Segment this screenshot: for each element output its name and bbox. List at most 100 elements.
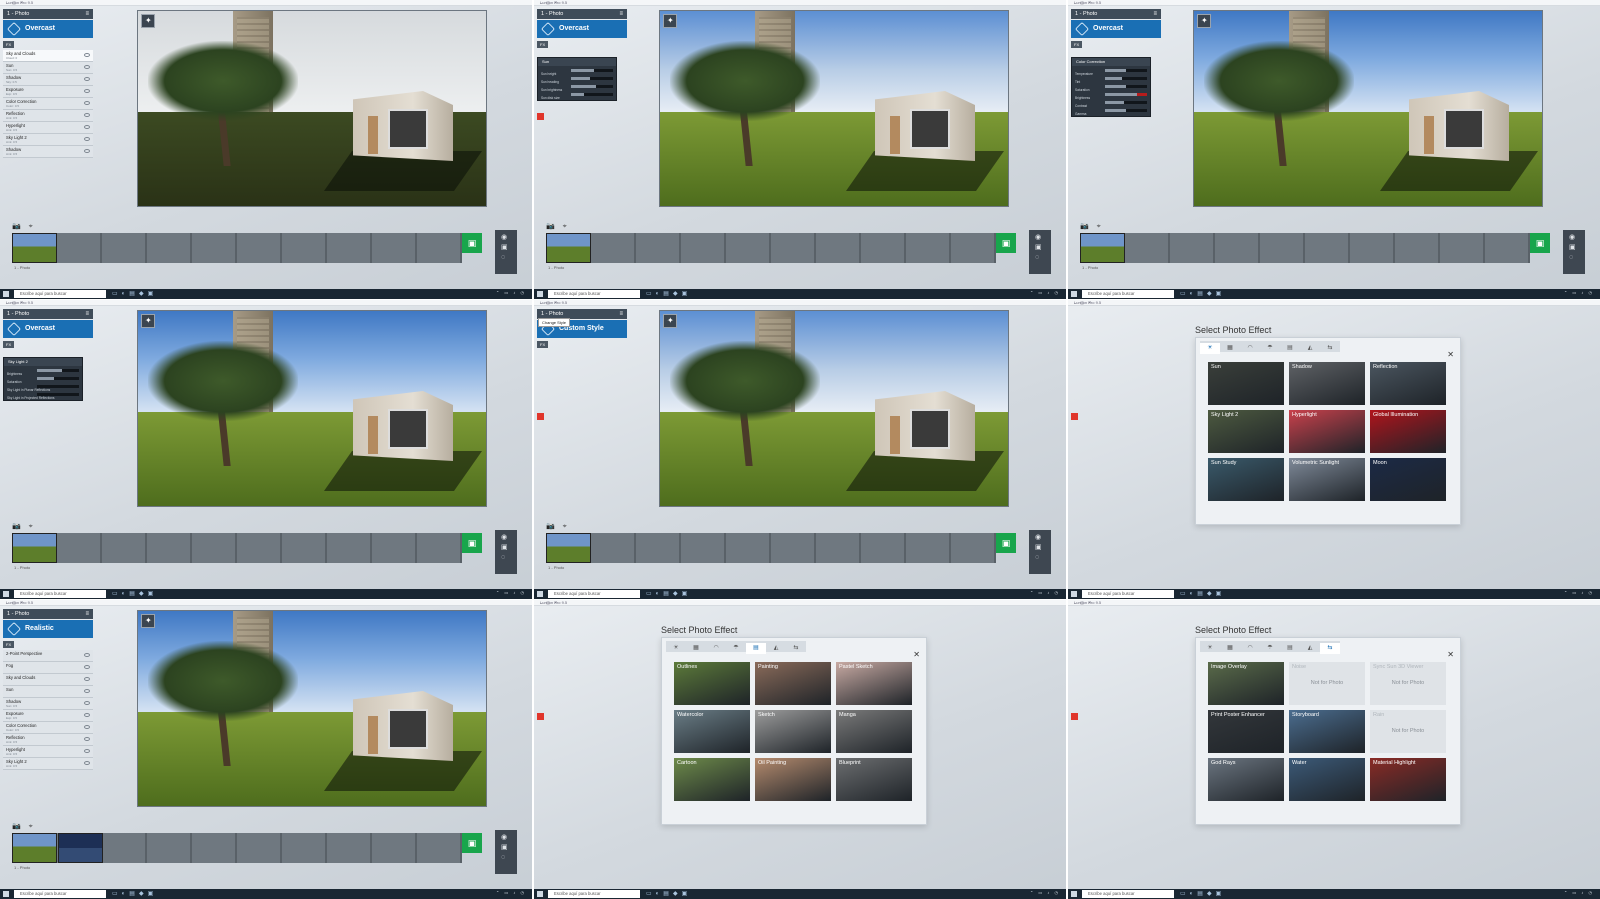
slider-row[interactable]: Sun heading — [541, 75, 613, 84]
effect-item[interactable]: Sun — [3, 686, 93, 698]
effect-category-tab-2[interactable]: ▦ — [686, 643, 706, 654]
visibility-icon[interactable] — [84, 77, 90, 81]
visibility-icon[interactable] — [84, 665, 90, 669]
slider-track[interactable] — [1105, 109, 1147, 112]
slider-row[interactable]: Sun disk size — [541, 91, 613, 100]
slider-track[interactable] — [1105, 69, 1147, 72]
effect-item[interactable]: Shadow Amt: 0.5 — [3, 146, 93, 158]
filmstrip-tools[interactable]: 📷⌖ — [12, 522, 41, 531]
effect-tile-god-rays[interactable]: God Rays — [1208, 758, 1284, 801]
fx-button[interactable]: FX — [537, 341, 549, 348]
filmstrip-tools[interactable]: 📷⌖ — [546, 522, 575, 531]
slider-track[interactable] — [37, 385, 79, 388]
window-controls[interactable]: –▢✕ — [1074, 600, 1596, 606]
effect-category-tab-6[interactable]: ◭ — [1300, 643, 1320, 654]
slider-row[interactable]: Sun brightness — [541, 83, 613, 92]
slider-track[interactable] — [1105, 85, 1147, 88]
window-controls[interactable]: –▢✕ — [1074, 300, 1596, 306]
visibility-icon[interactable] — [84, 113, 90, 117]
effect-tile-painting[interactable]: Painting — [755, 662, 831, 705]
taskbar-app-icons[interactable]: ▭◐▤◆▣ — [112, 890, 157, 897]
taskbar-search[interactable]: Escribe aquí para buscar — [14, 890, 106, 898]
visibility-icon[interactable] — [84, 101, 90, 105]
windows-start-icon[interactable] — [537, 591, 543, 597]
slider-row[interactable]: Gamma — [1075, 107, 1147, 116]
visibility-icon[interactable] — [84, 689, 90, 693]
system-tray[interactable]: ⌃ ▭ ♪ ◷ — [496, 590, 526, 595]
slider-row[interactable]: Saturation — [1075, 83, 1147, 92]
effect-tile-blueprint[interactable]: Blueprint — [836, 758, 912, 801]
visibility-icon[interactable] — [84, 701, 90, 705]
taskbar-search[interactable]: Escribe aquí para buscar — [548, 290, 640, 298]
slider-track[interactable] — [571, 77, 613, 80]
effect-category-tab-5[interactable]: ▤ — [1280, 343, 1300, 354]
slider-track[interactable] — [571, 69, 613, 72]
effect-tile-sync-sun-3d-viewer[interactable]: Sync Sun 3D Viewer Not for Photo — [1370, 662, 1446, 705]
visibility-icon[interactable] — [84, 749, 90, 753]
taskbar-search[interactable]: Escribe aquí para buscar — [14, 290, 106, 298]
close-icon[interactable]: ✕ — [913, 650, 920, 659]
window-controls[interactable]: –▢✕ — [540, 0, 1062, 6]
effect-tile-volumetric-sunlight[interactable]: Volumetric Sunlight — [1289, 458, 1365, 501]
taskbar-search[interactable]: Escribe aquí para buscar — [1082, 890, 1174, 898]
effect-category-tab-3[interactable]: ◠ — [706, 643, 726, 654]
taskbar-app-icons[interactable]: ▭◐▤◆▣ — [1180, 890, 1225, 897]
effect-category-tab-2[interactable]: ▦ — [1220, 343, 1240, 354]
visibility-icon[interactable] — [84, 149, 90, 153]
window-controls[interactable]: –▢✕ — [540, 600, 1062, 606]
effect-category-tab-3[interactable]: ◠ — [1240, 343, 1260, 354]
menu-icon[interactable]: ≡ — [85, 9, 89, 19]
render-viewport[interactable] — [137, 10, 487, 207]
slider-row[interactable]: Saturation — [7, 375, 79, 384]
effect-tile-hyperlight[interactable]: Hyperlight — [1289, 410, 1365, 453]
effect-tile-cartoon[interactable]: Cartoon — [674, 758, 750, 801]
camera-tool-icon[interactable] — [663, 14, 677, 28]
slider-track[interactable] — [37, 369, 79, 372]
effect-tile-material-highlight[interactable]: Material Highlight — [1370, 758, 1446, 801]
render-viewport[interactable] — [659, 10, 1009, 207]
menu-icon[interactable]: ≡ — [619, 9, 623, 19]
effect-item[interactable]: Exposure Exp: 0.5 — [3, 710, 93, 722]
windows-start-icon[interactable] — [537, 291, 543, 297]
slider-track[interactable] — [1105, 93, 1147, 96]
style-button[interactable]: Realistic — [3, 620, 93, 638]
filmstrip-tools[interactable]: 📷⌖ — [12, 222, 41, 231]
effect-tile-sun-study[interactable]: Sun Study — [1208, 458, 1284, 501]
taskbar-app-icons[interactable]: ▭◐▤◆▣ — [1180, 590, 1225, 597]
visibility-icon[interactable] — [84, 737, 90, 741]
style-button[interactable]: Overcast — [537, 20, 627, 38]
effect-item[interactable]: Reflection Amt: 0.5 — [3, 734, 93, 746]
visibility-icon[interactable] — [84, 53, 90, 57]
photo-thumbnail[interactable] — [546, 533, 591, 563]
windows-start-icon[interactable] — [3, 891, 9, 897]
taskbar-search[interactable]: Escribe aquí para buscar — [14, 590, 106, 598]
side-toolbar[interactable] — [1563, 230, 1585, 274]
slider-track[interactable] — [1105, 77, 1147, 80]
visibility-icon[interactable] — [84, 89, 90, 93]
slider-row[interactable]: Sky Light in Planar Reflections — [7, 383, 79, 392]
system-tray[interactable]: ⌃ ▭ ♪ ◷ — [1030, 590, 1060, 595]
fx-button[interactable]: FX — [537, 41, 549, 48]
effect-tile-sky-light-2[interactable]: Sky Light 2 — [1208, 410, 1284, 453]
render-viewport[interactable] — [137, 310, 487, 507]
windows-start-icon[interactable] — [1071, 591, 1077, 597]
effect-tile-moon[interactable]: Moon — [1370, 458, 1446, 501]
effect-category-tab-3[interactable]: ◠ — [1240, 643, 1260, 654]
effect-tile-print-poster-enhancer[interactable]: Print Poster Enhancer — [1208, 710, 1284, 753]
taskbar-app-icons[interactable]: ▭◐▤◆▣ — [112, 590, 157, 597]
window-controls[interactable]: –▢✕ — [1074, 0, 1596, 6]
taskbar-search[interactable]: Escribe aquí para buscar — [1082, 290, 1174, 298]
slider-row[interactable]: Brightness — [1075, 91, 1147, 100]
effect-item[interactable]: Sun Sun: 0.5 — [3, 62, 93, 74]
taskbar-search[interactable]: Escribe aquí para buscar — [548, 890, 640, 898]
fx-button[interactable]: FX — [3, 41, 15, 48]
render-photo-button[interactable]: ▣ — [462, 533, 482, 553]
slider-row[interactable]: Sun height — [541, 67, 613, 76]
system-tray[interactable]: ⌃ ▭ ♪ ◷ — [496, 890, 526, 895]
windows-start-icon[interactable] — [3, 591, 9, 597]
taskbar-app-icons[interactable]: ▭◐▤◆▣ — [1180, 290, 1225, 297]
render-photo-button[interactable]: ▣ — [996, 533, 1016, 553]
slider-track[interactable] — [1105, 101, 1147, 104]
slider-row[interactable]: Contrast — [1075, 99, 1147, 108]
system-tray[interactable]: ⌃ ▭ ♪ ◷ — [496, 290, 526, 295]
